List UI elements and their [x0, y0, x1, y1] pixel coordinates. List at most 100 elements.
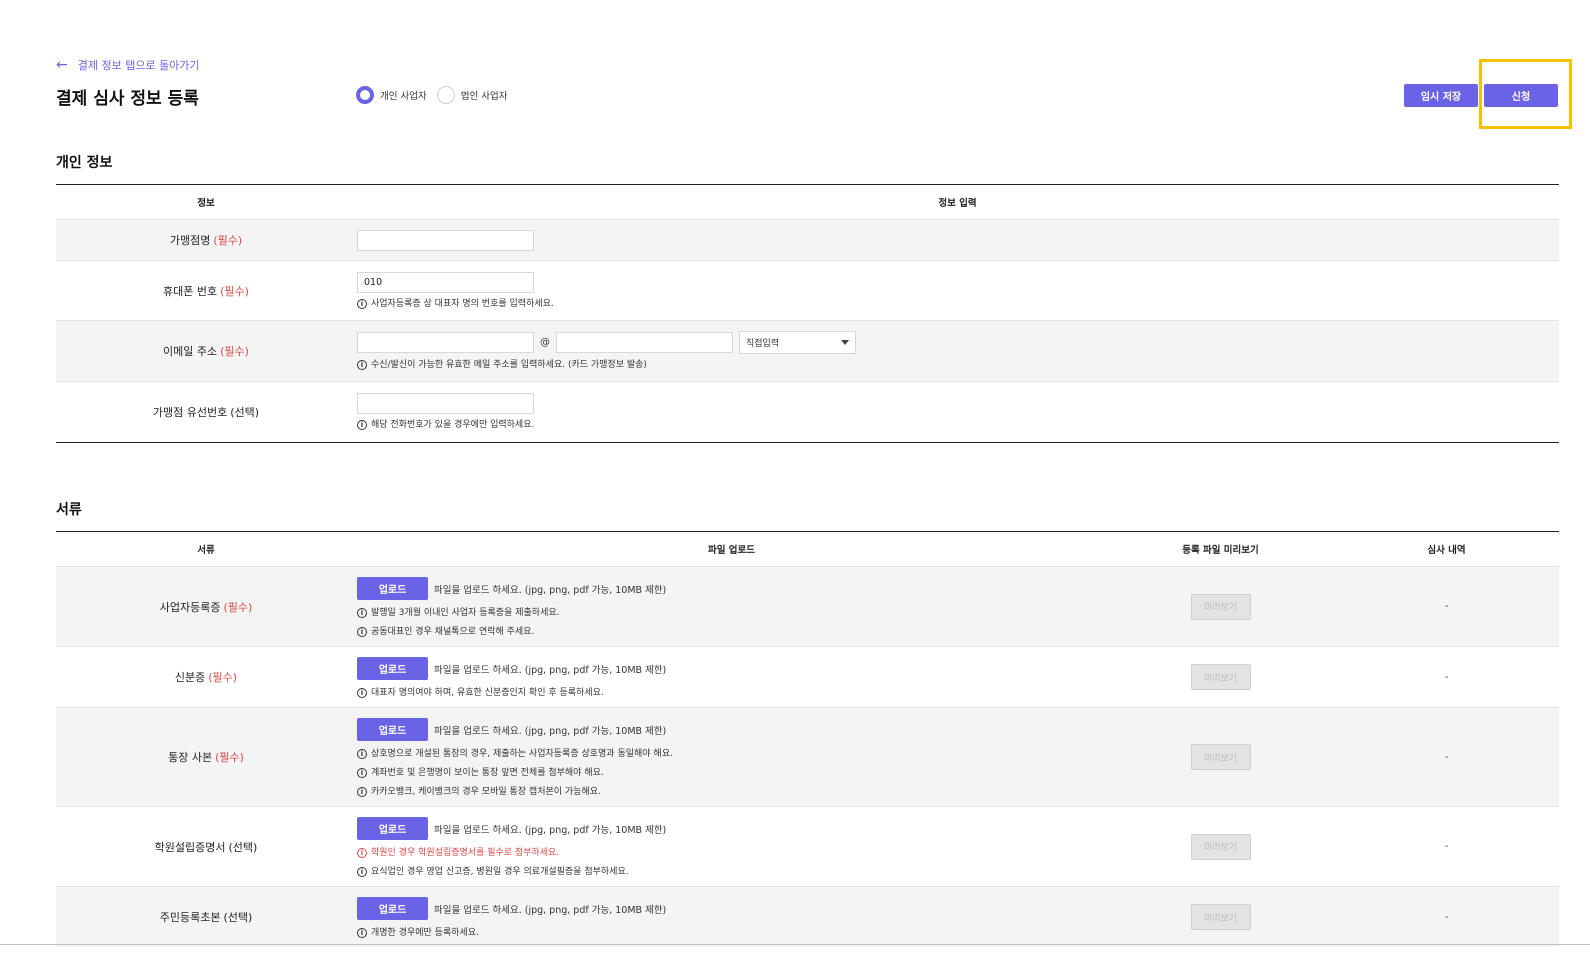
phone-cell: i 사업자등록증 상 대표자 명의 번호를 입력하세요.: [356, 261, 1559, 320]
doc-review-status: -: [1444, 841, 1449, 852]
radio-individual-business[interactable]: 개인 사업자: [356, 86, 427, 104]
preview-button[interactable]: 미리보기: [1190, 904, 1251, 930]
doc-review-status: -: [1444, 911, 1449, 923]
upload-hint: 파일을 업로드 하세요. (jpg, png, pdf 가능, 10MB 제한): [434, 584, 667, 596]
business-type-radio-group: 개인 사업자 법인 사업자: [356, 86, 507, 104]
doc-review-status: -: [1444, 671, 1449, 683]
doc-review-status: -: [1444, 751, 1449, 763]
info-icon: i: [357, 627, 367, 637]
landline-hint: i 해당 전화번호가 있을 경우에만 입력하세요.: [357, 419, 1559, 431]
preview-button[interactable]: 미리보기: [1190, 593, 1251, 620]
col-document: 서류: [197, 545, 215, 556]
phone-input[interactable]: [357, 271, 534, 293]
col-preview: 등록 파일 미리보기: [1182, 545, 1259, 556]
row-landline: 가맹점 유선번호 (선택) i 해당 전화번호가 있을 경우에만 입력하세요.: [56, 382, 1559, 442]
info-icon: i: [357, 688, 367, 698]
email-hint: i 수신/발신이 가능한 유효한 메일 주소를 입력하세요. (카드 가맹정보 발…: [357, 359, 1559, 371]
upload-button[interactable]: 업로드: [357, 817, 428, 840]
doc-preview-cell: 미리보기: [1107, 647, 1334, 707]
email-domain-select[interactable]: 직접입력: [739, 331, 856, 354]
documents-table: 서류 파일 업로드 등록 파일 미리보기 심사 내역 사업자등록증 (필수) 업로…: [56, 531, 1559, 947]
col-file-upload: 파일 업로드: [707, 545, 755, 556]
required-tag: (필수): [208, 671, 238, 684]
email-local-input[interactable]: [357, 332, 534, 353]
radio-checked-icon[interactable]: [356, 86, 374, 104]
upload-button[interactable]: 업로드: [357, 718, 428, 741]
doc-preview-cell: 미리보기: [1107, 567, 1334, 646]
store-name-label: 가맹점명 (필수): [56, 220, 356, 260]
back-link-label: 결제 정보 탭으로 돌아가기: [77, 59, 200, 72]
doc-preview-cell: 미리보기: [1107, 887, 1334, 947]
apply-button[interactable]: 신청: [1484, 84, 1558, 107]
upload-line: 업로드 파일을 업로드 하세요. (jpg, png, pdf 가능, 10MB …: [357, 657, 1107, 680]
preview-button[interactable]: 미리보기: [1190, 833, 1251, 860]
doc-warning: i 학원인 경우 학원설립증명서를 필수로 첨부하세요.: [357, 847, 1107, 859]
doc-row-bankbook-copy: 통장 사본 (필수) 업로드 파일을 업로드 하세요. (jpg, png, pdf…: [56, 708, 1559, 807]
landline-input[interactable]: [357, 393, 534, 414]
required-tag: (필수): [220, 345, 249, 358]
doc-hint: i 카카오뱅크, 케이뱅크의 경우 모바일 통장 캡처본이 가능해요.: [357, 786, 1107, 798]
doc-label-text: 학원설립증명서: [154, 840, 226, 854]
personal-info-table: 정보 정보 입력 가맹점명(필수) 휴대폰 번호(필수) i사업자등록증 상 대…: [56, 184, 1559, 443]
radio-individual-label: 개인 사업자: [380, 91, 427, 102]
email-cell: @ 직접입력 i 수신/발신이 가능한 유효한 메일 주소를 입력하세요. (카드…: [356, 321, 1559, 381]
email-inputs: @ 직접입력: [357, 331, 1559, 354]
required-tag: (필수): [215, 751, 244, 764]
optional-tag: (선택): [230, 406, 260, 419]
radio-unchecked-icon[interactable]: [436, 86, 455, 104]
preview-button[interactable]: 미리보기: [1190, 664, 1251, 690]
doc-hint-text: 발행일 3개월 이내인 사업자 등록증을 제출하세요.: [371, 608, 560, 618]
preview-button[interactable]: 미리보기: [1190, 744, 1251, 770]
doc-label: 신분증 (필수): [56, 647, 356, 707]
required-tag: (필수): [213, 234, 243, 247]
required-tag: (필수): [223, 600, 253, 614]
store-name-input[interactable]: [357, 229, 534, 251]
documents-section-title: 서류: [56, 502, 82, 518]
doc-upload-cell: 업로드 파일을 업로드 하세요. (jpg, png, pdf 가능, 10MB …: [356, 708, 1107, 806]
store-name-cell: [356, 220, 1559, 260]
doc-label-text: 사업자등록증: [159, 600, 221, 614]
temp-save-button[interactable]: 임시 저장: [1404, 84, 1478, 107]
doc-hint: i 발행일 3개월 이내인 사업자 등록증을 제출하세요.: [357, 607, 1107, 619]
doc-preview-cell: 미리보기: [1107, 807, 1334, 886]
info-icon: i: [357, 749, 367, 759]
doc-warning-text: 학원인 경우 학원설립증명서를 필수로 첨부하세요.: [371, 848, 560, 858]
info-icon: i: [357, 867, 367, 877]
info-icon: i: [357, 298, 367, 309]
page-title: 결제 심사 정보 등록: [56, 89, 199, 109]
doc-row-business-registration: 사업자등록증 (필수) 업로드 파일을 업로드 하세요. (jpg, png, pd…: [56, 567, 1559, 647]
row-store-name: 가맹점명 (필수): [56, 220, 1559, 261]
row-phone: 휴대폰 번호(필수) i 사업자등록증 상 대표자 명의 번호를 입력하세요.: [56, 261, 1559, 321]
radio-corporate-business[interactable]: 법인 사업자: [436, 86, 508, 104]
doc-upload-cell: 업로드 파일을 업로드 하세요. (jpg, png, pdf 가능, 10MB …: [356, 887, 1107, 947]
doc-upload-cell: 업로드 파일을 업로드 하세요. (jpg, png, pdf 가능, 10MB …: [356, 807, 1107, 886]
info-icon: i: [357, 768, 367, 778]
email-hint-text: 수신/발신이 가능한 유효한 메일 주소를 입력하세요. (카드 가맹정보 발송…: [371, 360, 647, 370]
row-email: 이메일 주소 (필수) @ 직접입력 i 수신/발신이 가능한 유효한 메일 주소를…: [56, 321, 1559, 382]
doc-review-status: -: [1444, 601, 1449, 612]
upload-line: 업로드 파일을 업로드 하세요. (jpg, png, pdf 가능, 10MB …: [357, 817, 1107, 840]
info-icon: i: [357, 360, 367, 370]
doc-label: 사업자등록증 (필수): [56, 567, 356, 646]
doc-label: 학원설립증명서 (선택): [56, 807, 356, 886]
doc-hint-text: 개명한 경우에만 등록하세요.: [371, 928, 479, 938]
doc-upload-cell: 업로드 파일을 업로드 하세요. (jpg, png, pdf 가능, 10MB …: [356, 647, 1107, 707]
info-icon: i: [357, 848, 367, 858]
col-review: 심사 내역: [1427, 545, 1466, 556]
upload-button[interactable]: 업로드: [357, 577, 428, 600]
upload-line: 업로드 파일을 업로드 하세요. (jpg, png, pdf 가능, 10MB …: [357, 577, 1107, 600]
viewport-bottom-divider: [0, 944, 1590, 945]
back-to-payment-tab-link[interactable]: ← 결제 정보 탭으로 돌아가기: [56, 57, 200, 73]
required-tag: (필수): [220, 284, 249, 298]
phone-label: 휴대폰 번호 (필수): [56, 261, 356, 320]
doc-hint: i 공동대표인 경우 채널톡으로 연락해 주세요.: [357, 626, 1107, 638]
upload-button[interactable]: 업로드: [357, 657, 428, 680]
personal-table-header: 정보 정보 입력: [56, 185, 1559, 220]
radio-corporate-label: 법인 사업자: [460, 91, 508, 102]
col-info: 정보: [197, 198, 215, 209]
landline-text: 가맹점 유선번호: [152, 406, 228, 419]
upload-button[interactable]: 업로드: [357, 897, 428, 920]
doc-label-text: 주민등록초본: [159, 911, 221, 924]
info-icon: i: [357, 787, 367, 797]
email-domain-input[interactable]: [556, 332, 733, 353]
